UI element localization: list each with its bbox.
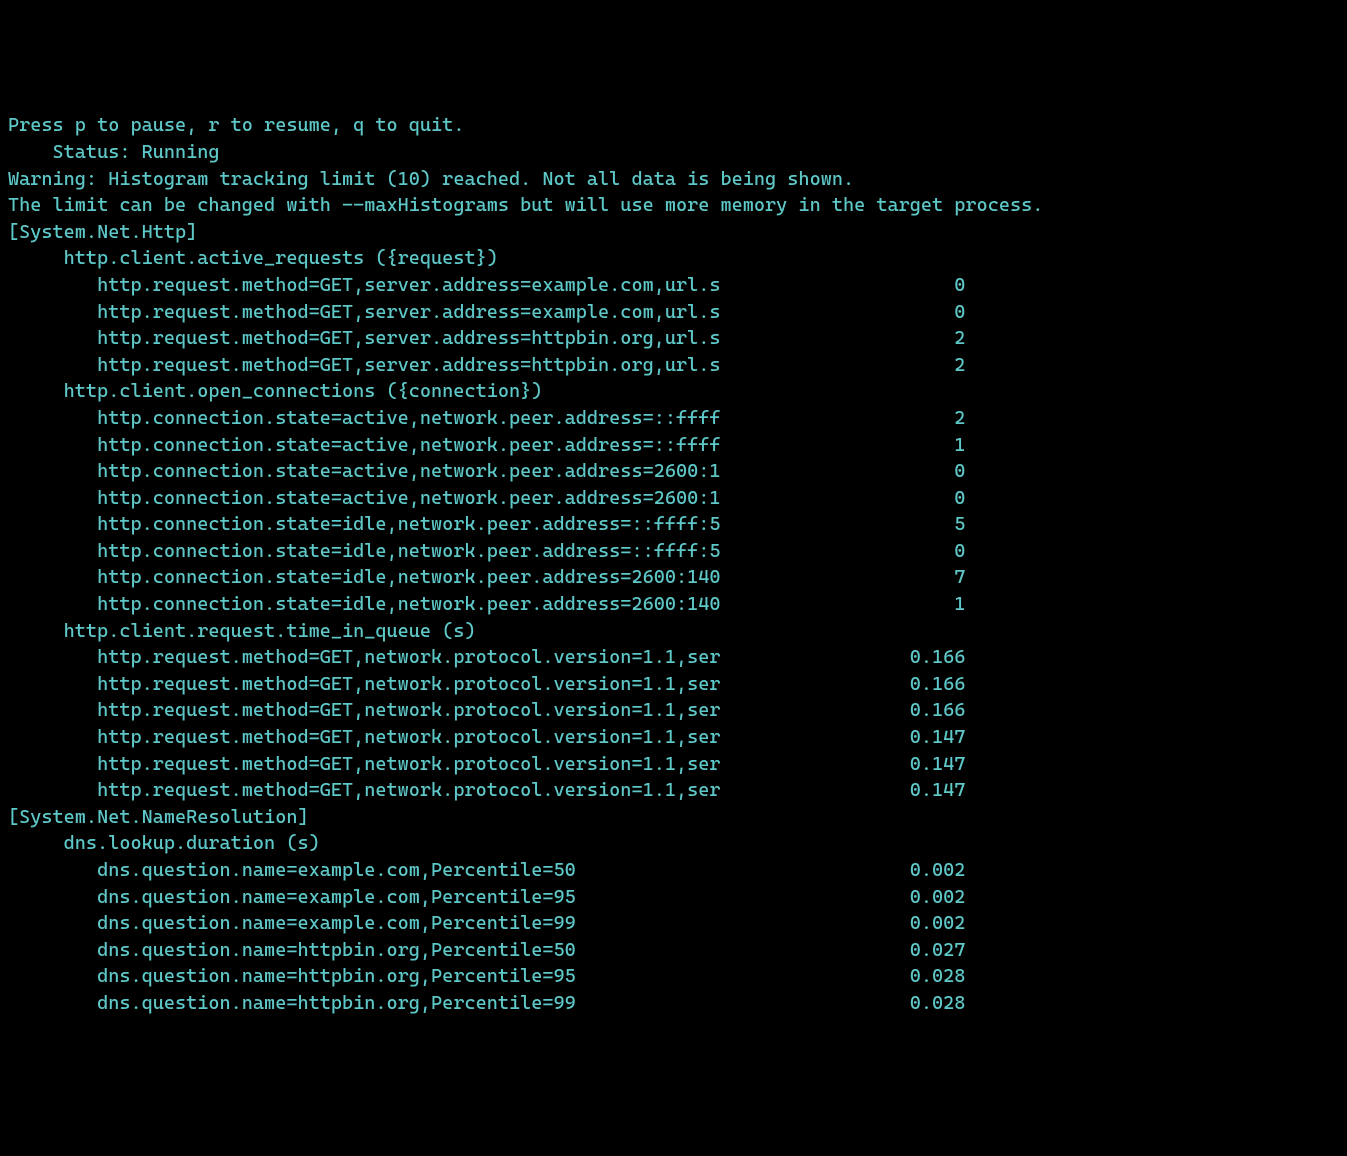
metric-row-label: http.connection.state=active,network.pee… <box>8 485 876 512</box>
metric-row-value: 7 <box>876 564 965 591</box>
metric-row-label: http.request.method=GET,network.protocol… <box>8 724 876 751</box>
metric-row: http.connection.state=idle,network.peer.… <box>8 564 1339 591</box>
metric-row-value: 0.166 <box>876 644 965 671</box>
metric-row: http.request.method=GET,network.protocol… <box>8 644 1339 671</box>
metric-row-value: 0 <box>876 458 965 485</box>
status-value: Running <box>130 141 219 163</box>
metric-row: http.connection.state=idle,network.peer.… <box>8 538 1339 565</box>
metric-row-label: http.request.method=GET,network.protocol… <box>8 751 876 778</box>
metric-row-value: 0.002 <box>876 857 965 884</box>
status-label: Status: <box>8 141 130 163</box>
metric-row: http.request.method=GET,server.address=e… <box>8 272 1339 299</box>
metric-row-value: 0.147 <box>876 724 965 751</box>
metric-row: http.request.method=GET,server.address=e… <box>8 299 1339 326</box>
metric-row-value: 5 <box>876 511 965 538</box>
metric-row: dns.question.name=httpbin.org,Percentile… <box>8 937 1339 964</box>
metric-row: http.request.method=GET,network.protocol… <box>8 724 1339 751</box>
metric-row: http.request.method=GET,network.protocol… <box>8 671 1339 698</box>
metric-row-label: http.request.method=GET,network.protocol… <box>8 644 876 671</box>
terminal-output: Press p to pause, r to resume, q to quit… <box>8 112 1339 1016</box>
metric-row-label: http.request.method=GET,server.address=h… <box>8 325 876 352</box>
metric-row: http.request.method=GET,network.protocol… <box>8 777 1339 804</box>
metric-name: http.client.active_requests ({request}) <box>64 247 498 269</box>
metric-row-label: dns.question.name=httpbin.org,Percentile… <box>8 963 876 990</box>
metric-row-value: 2 <box>876 352 965 379</box>
metric-row-label: dns.question.name=example.com,Percentile… <box>8 910 876 937</box>
metric-row-label: dns.question.name=httpbin.org,Percentile… <box>8 990 876 1017</box>
metric-row-value: 2 <box>876 325 965 352</box>
metric-row-value: 0.002 <box>876 910 965 937</box>
metric-row-label: dns.question.name=example.com,Percentile… <box>8 884 876 911</box>
metric-row-value: 0.147 <box>876 751 965 778</box>
metric-name: http.client.request.time_in_queue (s) <box>64 620 476 642</box>
metric-row-label: http.connection.state=active,network.pee… <box>8 405 876 432</box>
metric-row-label: http.connection.state=idle,network.peer.… <box>8 591 876 618</box>
metric-row: dns.question.name=example.com,Percentile… <box>8 884 1339 911</box>
warning-line-2: The limit can be changed with --maxHisto… <box>8 194 1043 216</box>
metric-row-value: 0.147 <box>876 777 965 804</box>
metric-row-value: 0.166 <box>876 671 965 698</box>
metric-row: dns.question.name=example.com,Percentile… <box>8 857 1339 884</box>
metric-row-label: http.request.method=GET,network.protocol… <box>8 777 876 804</box>
metric-row: http.connection.state=idle,network.peer.… <box>8 591 1339 618</box>
metric-row: http.connection.state=active,network.pee… <box>8 458 1339 485</box>
metric-row-value: 0 <box>876 299 965 326</box>
metric-row-label: http.request.method=GET,server.address=e… <box>8 272 876 299</box>
metric-row: dns.question.name=example.com,Percentile… <box>8 910 1339 937</box>
metric-row-value: 0.166 <box>876 697 965 724</box>
metric-row-value: 0.028 <box>876 963 965 990</box>
controls-hint: Press p to pause, r to resume, q to quit… <box>8 114 464 136</box>
metric-row-value: 1 <box>876 432 965 459</box>
metric-row-label: http.connection.state=idle,network.peer.… <box>8 564 876 591</box>
group-name: [System.Net.Http] <box>8 221 197 243</box>
metric-row-value: 0.027 <box>876 937 965 964</box>
group-name: [System.Net.NameResolution] <box>8 806 309 828</box>
metric-row-value: 0.002 <box>876 884 965 911</box>
metric-row-label: http.connection.state=active,network.pee… <box>8 432 876 459</box>
metric-row-label: http.request.method=GET,network.protocol… <box>8 671 876 698</box>
metric-row-label: http.connection.state=idle,network.peer.… <box>8 511 876 538</box>
metric-row-label: http.request.method=GET,server.address=e… <box>8 299 876 326</box>
metric-row-value: 1 <box>876 591 965 618</box>
metric-row-value: 0 <box>876 272 965 299</box>
metric-row-label: dns.question.name=example.com,Percentile… <box>8 857 876 884</box>
metric-row: http.connection.state=active,network.pee… <box>8 432 1339 459</box>
metric-row: dns.question.name=httpbin.org,Percentile… <box>8 963 1339 990</box>
metric-row-value: 0 <box>876 538 965 565</box>
metric-row-label: dns.question.name=httpbin.org,Percentile… <box>8 937 876 964</box>
metric-row-label: http.connection.state=active,network.pee… <box>8 458 876 485</box>
metric-row: http.request.method=GET,server.address=h… <box>8 352 1339 379</box>
metric-row-label: http.request.method=GET,server.address=h… <box>8 352 876 379</box>
metric-row: dns.question.name=httpbin.org,Percentile… <box>8 990 1339 1017</box>
metric-row: http.request.method=GET,network.protocol… <box>8 697 1339 724</box>
metric-row: http.connection.state=active,network.pee… <box>8 405 1339 432</box>
metric-row: http.connection.state=idle,network.peer.… <box>8 511 1339 538</box>
metric-name: dns.lookup.duration (s) <box>64 832 320 854</box>
metric-row: http.request.method=GET,server.address=h… <box>8 325 1339 352</box>
metric-row-label: http.connection.state=idle,network.peer.… <box>8 538 876 565</box>
warning-line-1: Warning: Histogram tracking limit (10) r… <box>8 168 854 190</box>
metric-row: http.request.method=GET,network.protocol… <box>8 751 1339 778</box>
metric-row-label: http.request.method=GET,network.protocol… <box>8 697 876 724</box>
metric-row: http.connection.state=active,network.pee… <box>8 485 1339 512</box>
metric-name: http.client.open_connections ({connectio… <box>64 380 543 402</box>
metric-row-value: 2 <box>876 405 965 432</box>
metric-row-value: 0 <box>876 485 965 512</box>
metric-row-value: 0.028 <box>876 990 965 1017</box>
